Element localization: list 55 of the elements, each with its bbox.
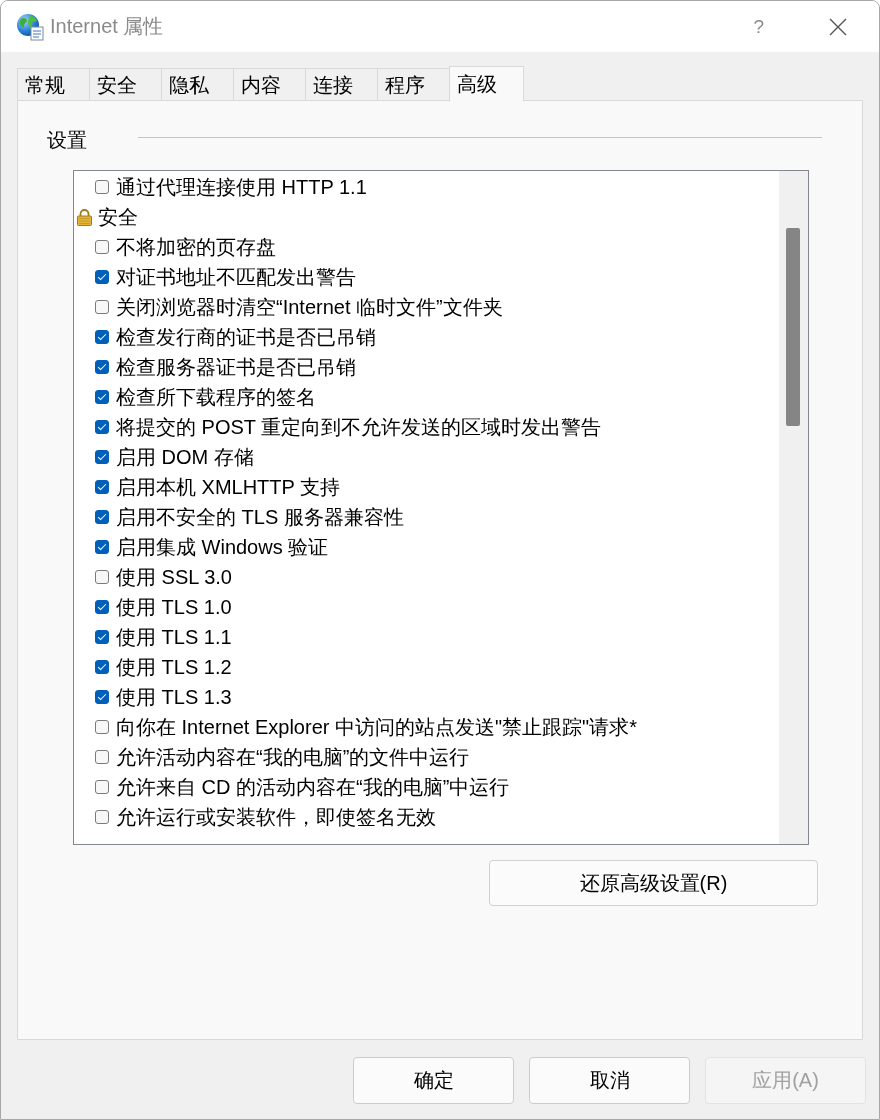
- checkbox[interactable]: [95, 510, 109, 524]
- option-label: 检查所下载程序的签名: [116, 385, 316, 410]
- option-label: 允许来自 CD 的活动内容在“我的电脑”中运行: [116, 775, 510, 800]
- option-label: 不将加密的页存盘: [116, 235, 276, 260]
- checkbox[interactable]: [95, 780, 109, 794]
- checkbox[interactable]: [95, 330, 109, 344]
- group-label: 设置: [47, 128, 87, 152]
- option-label: 使用 SSL 3.0: [116, 565, 232, 590]
- option-label: 关闭浏览器时清空“Internet 临时文件”文件夹: [116, 295, 503, 320]
- lock-icon: [77, 208, 92, 226]
- checkbox[interactable]: [95, 240, 109, 254]
- checkbox[interactable]: [95, 660, 109, 674]
- category-label: 安全: [98, 205, 138, 230]
- option-label: 向你在 Internet Explorer 中访问的站点发送"禁止跟踪"请求*: [116, 715, 637, 740]
- tab[interactable]: 常规: [17, 68, 90, 101]
- option-label: 启用不安全的 TLS 服务器兼容性: [116, 505, 404, 530]
- option-label: 启用 DOM 存储: [116, 445, 254, 470]
- checkbox[interactable]: [95, 750, 109, 764]
- checkbox[interactable]: [95, 300, 109, 314]
- window-title: Internet 属性: [50, 14, 164, 39]
- checkbox[interactable]: [95, 480, 109, 494]
- checkbox[interactable]: [95, 630, 109, 644]
- checkbox[interactable]: [95, 690, 109, 704]
- option-label: 使用 TLS 1.3: [116, 685, 232, 710]
- option-label: 使用 TLS 1.1: [116, 625, 232, 650]
- option-label: 对证书地址不匹配发出警告: [116, 265, 356, 290]
- checkbox[interactable]: [95, 810, 109, 824]
- option-label: 检查发行商的证书是否已吊销: [116, 325, 376, 350]
- option-label: 通过代理连接使用 HTTP 1.1: [116, 175, 367, 200]
- checkbox[interactable]: [95, 450, 109, 464]
- dialog-button[interactable]: 确定: [353, 1057, 514, 1104]
- checkbox[interactable]: [95, 720, 109, 734]
- scrollbar-track[interactable]: [779, 171, 808, 844]
- checkbox[interactable]: [95, 540, 109, 554]
- checkbox[interactable]: [95, 360, 109, 374]
- option-label: 使用 TLS 1.0: [116, 595, 232, 620]
- option-label: 允许运行或安装软件，即使签名无效: [116, 805, 436, 830]
- option-label: 启用本机 XMLHTTP 支持: [116, 475, 341, 500]
- tab[interactable]: 高级: [449, 66, 524, 102]
- option-label: 将提交的 POST 重定向到不允许发送的区域时发出警告: [116, 415, 602, 440]
- checkbox[interactable]: [95, 600, 109, 614]
- checkbox[interactable]: [95, 570, 109, 584]
- globe-icon: [16, 12, 44, 41]
- option-label: 允许活动内容在“我的电脑”的文件中运行: [116, 745, 470, 770]
- checkbox[interactable]: [95, 420, 109, 434]
- checkbox[interactable]: [95, 180, 109, 194]
- option-label: 检查服务器证书是否已吊销: [116, 355, 356, 380]
- close-icon[interactable]: [829, 17, 847, 36]
- dialog-button[interactable]: 取消: [529, 1057, 690, 1104]
- checkbox[interactable]: [95, 390, 109, 404]
- option-label: 使用 TLS 1.2: [116, 655, 232, 680]
- checkbox[interactable]: [95, 270, 109, 284]
- reset-button[interactable]: 还原高级设置(R): [489, 860, 818, 906]
- scrollbar-thumb[interactable]: [786, 228, 800, 426]
- option-label: 启用集成 Windows 验证: [116, 535, 329, 560]
